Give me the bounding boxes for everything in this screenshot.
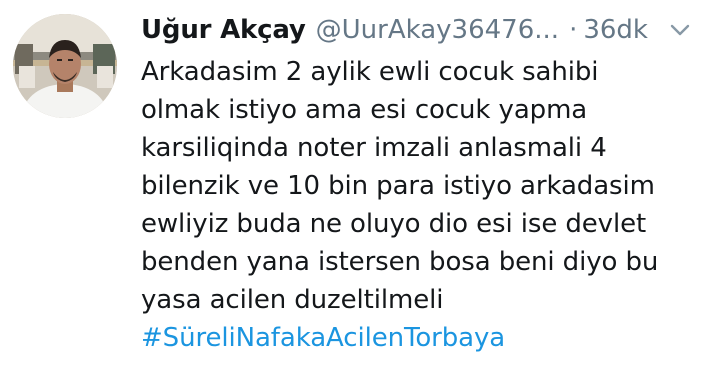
user-handle[interactable]: @UurAkay36476...: [316, 8, 559, 52]
tweet-text-line: bilenzik ve 10 bin para istiyo arkadasim: [141, 171, 655, 201]
tweet-text-line: ewliyiz buda ne oluyo dio esi ise devlet: [141, 209, 647, 239]
timestamp[interactable]: 36dk: [583, 8, 648, 52]
separator-dot: ·: [569, 15, 578, 45]
tweet-text-line: Arkadasim 2 aylik ewli cocuk sahibi: [141, 57, 599, 87]
tweet: Uğur Akçay @UurAkay36476... · 36dk Arkad…: [0, 0, 706, 373]
tweet-text-line: karsiliqinda noter imzali anlasmali 4: [141, 133, 607, 163]
tweet-text: Arkadasim 2 aylik ewli cocuk sahibi olma…: [141, 53, 697, 357]
tweet-content: Uğur Akçay @UurAkay36476... · 36dk Arkad…: [141, 8, 697, 357]
tweet-text-line: benden yana istersen bosa beni diyo bu: [141, 247, 659, 277]
tweet-header: Uğur Akçay @UurAkay36476... · 36dk: [141, 8, 697, 52]
display-name[interactable]: Uğur Akçay: [141, 8, 306, 52]
tweet-text-line: olmak istiyo ama esi cocuk yapma: [141, 95, 588, 125]
chevron-down-icon[interactable]: [669, 22, 691, 38]
tweet-text-line: yasa acilen duzeltilmeli: [141, 285, 444, 315]
hashtag-link[interactable]: #SüreliNafakaAcilenTorbaya: [141, 319, 697, 357]
avatar[interactable]: [13, 14, 117, 118]
